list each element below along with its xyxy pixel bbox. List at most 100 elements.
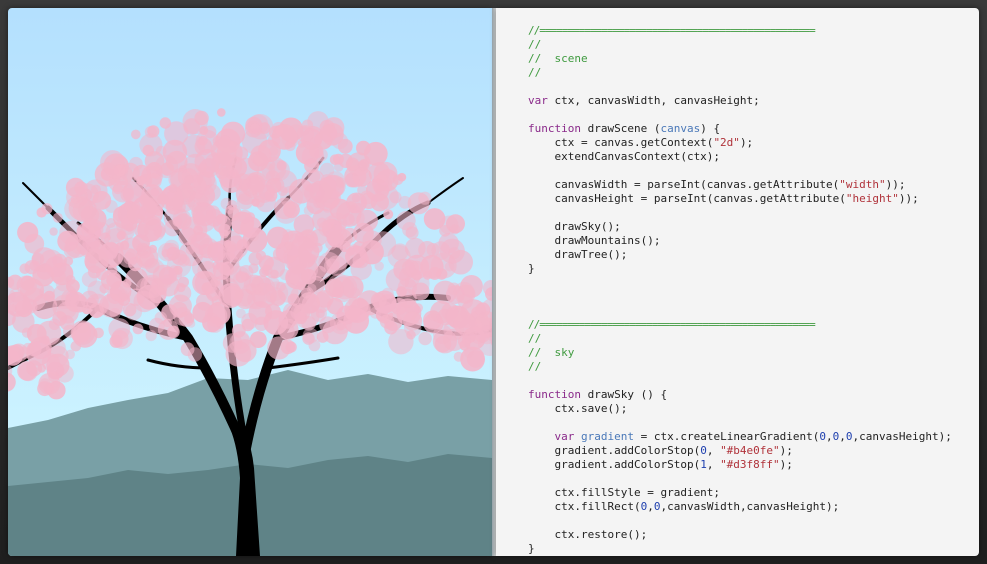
code-line: drawMountains();	[528, 234, 952, 248]
blossom	[298, 241, 320, 263]
code-token: canvasHeight = parseInt(canvas.getAttrib…	[528, 192, 846, 205]
blossom	[285, 341, 297, 353]
blossom	[342, 213, 355, 226]
blossom	[444, 261, 455, 272]
code-token: gradient.addColorStop(	[528, 458, 701, 471]
blossom	[109, 285, 126, 302]
blossom	[236, 308, 246, 319]
blossom	[65, 290, 79, 304]
code-line: ctx = canvas.getContext("2d");	[528, 136, 952, 150]
blossom	[371, 292, 387, 309]
code-token: ,	[706, 444, 721, 457]
code-line: //	[528, 332, 952, 346]
code-line: //	[528, 66, 952, 80]
blossom	[190, 232, 213, 255]
code-line: function drawSky () {	[528, 388, 952, 402]
code-token: ctx.save();	[528, 402, 628, 415]
blossom	[183, 118, 200, 135]
blossom	[294, 303, 320, 329]
blossom	[113, 164, 126, 177]
code-line: function drawScene (canvas) {	[528, 122, 952, 136]
blossom	[125, 303, 143, 321]
blossom	[277, 318, 299, 340]
code-editor-panel[interactable]: //======================================…	[496, 8, 979, 556]
code-token: canvasWidth = parseInt(canvas.getAttribu…	[528, 178, 840, 191]
blossom	[406, 330, 416, 340]
blossom	[313, 265, 326, 278]
code-token: }	[528, 542, 535, 555]
code-token: "width"	[839, 178, 886, 191]
code-token: );	[779, 444, 793, 457]
blossom	[239, 190, 251, 202]
blossom	[418, 331, 432, 346]
code-token: ));	[885, 178, 906, 191]
code-token: extendCanvasContext(ctx);	[528, 150, 721, 163]
code-line: ctx.fillStyle = gradient;	[528, 486, 952, 500]
code-token: ctx.fillStyle = gradient;	[528, 486, 721, 499]
blossom	[448, 247, 461, 259]
blossom	[213, 262, 231, 280]
blossom	[385, 267, 410, 292]
blossom	[428, 310, 440, 321]
code-token: ,	[647, 500, 654, 513]
code-token: ) {	[700, 122, 721, 135]
blossom	[229, 332, 252, 354]
canvas-scene-panel	[8, 8, 492, 556]
blossom	[52, 212, 63, 223]
code-line: }	[528, 262, 952, 276]
blossom	[299, 126, 310, 136]
blossom	[264, 189, 278, 202]
blossom	[357, 185, 368, 196]
blossom	[184, 174, 194, 185]
blossom	[136, 242, 150, 256]
blossom	[222, 285, 243, 306]
code-token: //======================================…	[528, 24, 816, 37]
blossom	[301, 287, 312, 299]
blossom	[333, 153, 344, 165]
blossom	[278, 282, 299, 303]
code-line: ctx.save();	[528, 402, 952, 416]
blossom	[391, 243, 409, 261]
code-token: drawSky();	[528, 220, 621, 233]
code-line: ctx.restore();	[528, 528, 952, 542]
code-token: ,canvasWidth,canvasHeight);	[660, 500, 840, 513]
blossom	[420, 255, 444, 279]
blossom	[235, 271, 247, 283]
code-token: var	[528, 94, 548, 107]
code-token: //	[528, 360, 542, 373]
blossom	[158, 266, 177, 285]
code-token: "#b4e0fe"	[720, 444, 780, 457]
code-line: //	[528, 360, 952, 374]
blossom	[180, 342, 195, 357]
code-token: );	[739, 136, 754, 149]
blossom	[129, 156, 143, 171]
blossom	[81, 218, 104, 241]
blossom	[107, 264, 118, 276]
code-line: // scene	[528, 52, 952, 66]
blossom	[397, 172, 407, 182]
blossom	[439, 215, 459, 235]
code-token: //======================================…	[528, 318, 816, 331]
blossom	[233, 157, 259, 184]
blossom	[41, 353, 60, 372]
blossom	[132, 195, 157, 221]
blossom	[346, 247, 355, 256]
code-line: var ctx, canvasWidth, canvasHeight;	[528, 94, 952, 108]
blossom	[116, 231, 126, 240]
blossom	[92, 191, 112, 210]
blossom	[453, 281, 475, 304]
code-token: ctx.restore();	[528, 528, 648, 541]
blossom	[326, 297, 344, 315]
code-token: drawMountains();	[528, 234, 661, 247]
code-line: gradient.addColorStop(1, "#d3f8ff");	[528, 458, 952, 472]
code-token: ctx = canvas.getContext(	[528, 136, 714, 149]
blossom	[319, 316, 336, 334]
code-line: drawSky();	[528, 220, 952, 234]
blossom	[48, 318, 61, 330]
blossom	[192, 301, 214, 323]
